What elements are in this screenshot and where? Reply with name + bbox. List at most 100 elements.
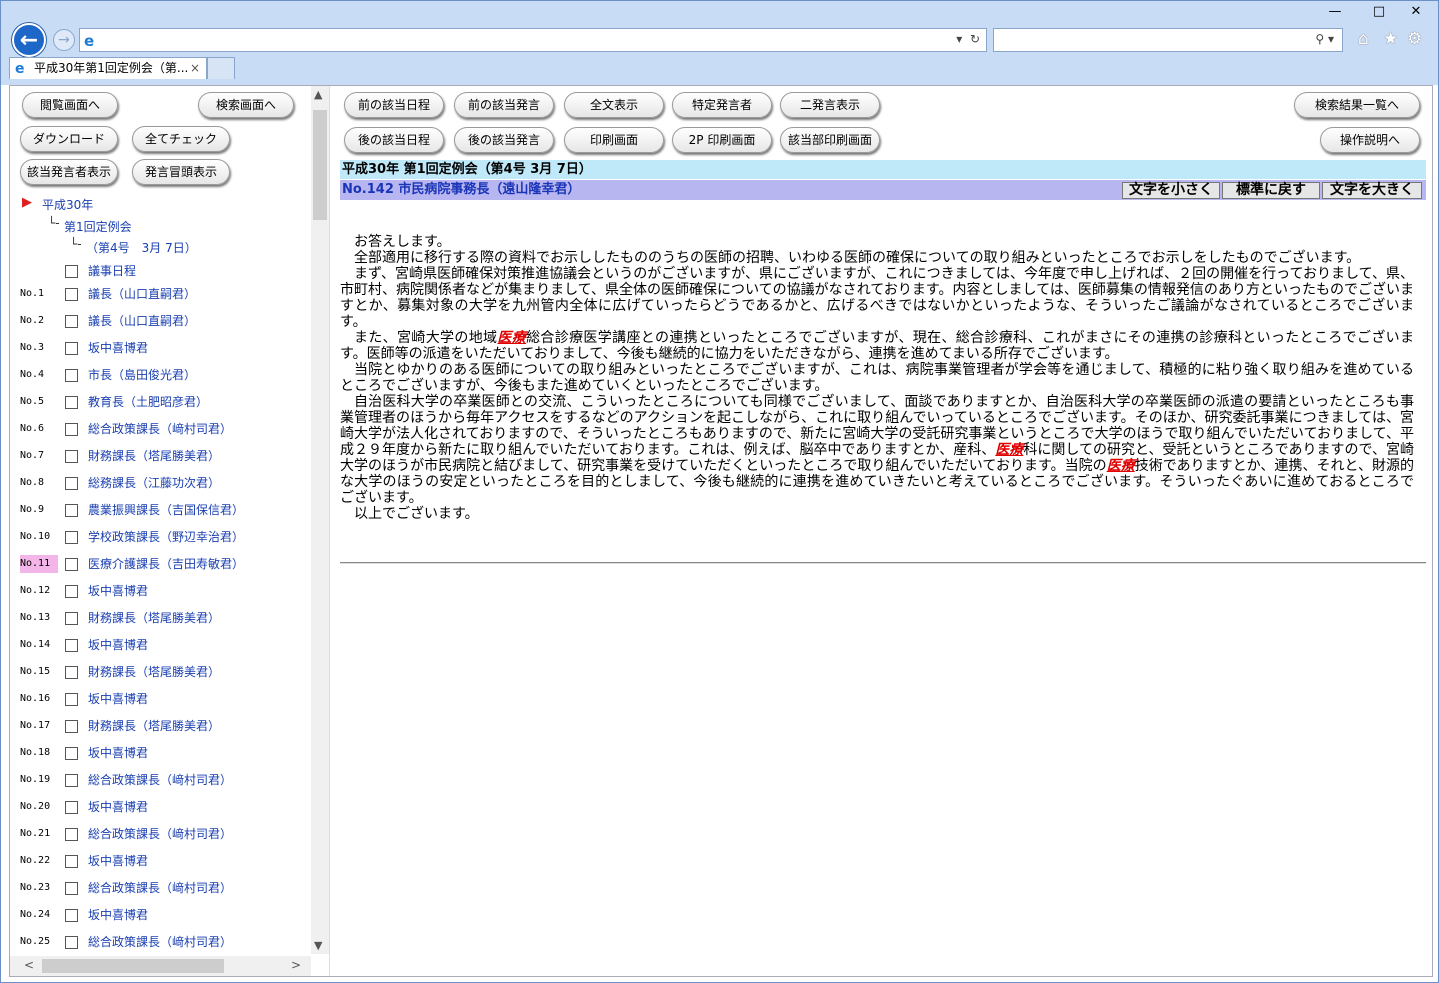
two-speeches-button[interactable]: 二発言表示 (780, 92, 880, 118)
speaker-link[interactable]: 坂中喜博君 (88, 339, 148, 357)
print-button[interactable]: 印刷画面 (564, 127, 664, 153)
text-reset-button[interactable]: 標準に戻す (1222, 182, 1320, 199)
speaker-link[interactable]: 財務課長（塔尾勝美君） (88, 717, 220, 735)
speaker-link[interactable]: 議長（山口直嗣君） (88, 285, 196, 303)
speaker-link[interactable]: 財務課長（塔尾勝美君） (88, 663, 220, 681)
left-vertical-scrollbar[interactable]: ▲ ▼ (311, 86, 329, 954)
back-button[interactable]: ← (12, 23, 46, 57)
speaker-checkbox[interactable] (65, 477, 78, 490)
results-list-button[interactable]: 検索結果一覧へ (1294, 92, 1420, 118)
speaker-link[interactable]: 坂中喜博君 (88, 798, 148, 816)
speaker-checkbox[interactable] (65, 936, 78, 949)
prev-date-button[interactable]: 前の該当日程 (344, 92, 444, 118)
speaker-checkbox[interactable] (65, 315, 78, 328)
speaker-checkbox[interactable] (65, 828, 78, 841)
show-speakers-button[interactable]: 該当発言者表示 (20, 159, 118, 185)
speaker-link[interactable]: 財務課長（塔尾勝美君） (88, 609, 220, 627)
speaker-checkbox[interactable] (65, 909, 78, 922)
settings-gear-icon[interactable]: ⚙ (1407, 29, 1422, 49)
favorites-star-icon[interactable]: ★ (1383, 29, 1398, 49)
check-all-button[interactable]: 全てチェック (132, 126, 230, 152)
help-button[interactable]: 操作説明へ (1320, 127, 1420, 153)
refresh-icon[interactable]: ↻ (970, 32, 980, 46)
speaker-checkbox[interactable] (65, 558, 78, 571)
text-smaller-button[interactable]: 文字を小さく (1122, 182, 1220, 199)
next-speech-button[interactable]: 後の該当発言 (454, 127, 554, 153)
scroll-left-icon[interactable]: < (24, 958, 34, 972)
speaker-link[interactable]: 議長（山口直嗣君） (88, 312, 196, 330)
speaker-link[interactable]: 農業振興課長（吉国保信君） (88, 501, 244, 519)
speaker-checkbox[interactable] (65, 612, 78, 625)
address-bar[interactable]: e ▾ ↻ (79, 28, 987, 52)
agenda-link[interactable]: 議事日程 (88, 262, 136, 280)
speaker-checkbox[interactable] (65, 450, 78, 463)
speaker-link[interactable]: 総合政策課長（﨑村司君） (88, 933, 232, 951)
speaker-link[interactable]: 学校政策課長（野辺幸治君） (88, 528, 244, 546)
speaker-link[interactable]: 総務課長（江藤功次君） (88, 474, 220, 492)
new-tab-button[interactable] (207, 57, 235, 79)
dropdown-icon[interactable]: ▾ (956, 32, 962, 46)
speaker-link[interactable]: 総合政策課長（﨑村司君） (88, 879, 232, 897)
download-button[interactable]: ダウンロード (20, 126, 118, 152)
speaker-link[interactable]: 財務課長（塔尾勝美君） (88, 447, 220, 465)
tree-expand-icon[interactable]: ▶ (22, 195, 32, 210)
speaker-link[interactable]: 総合政策課長（﨑村司君） (88, 420, 232, 438)
speaker-link[interactable]: 坂中喜博君 (88, 852, 148, 870)
speaker-link[interactable]: 総合政策課長（﨑村司君） (88, 825, 232, 843)
agenda-checkbox[interactable] (65, 265, 78, 278)
specific-speaker-button[interactable]: 特定発言者 (672, 92, 772, 118)
speaker-checkbox[interactable] (65, 423, 78, 436)
scroll-thumb[interactable] (313, 110, 327, 220)
print-2p-button[interactable]: 2P 印刷画面 (672, 127, 772, 153)
view-screen-button[interactable]: 閲覧画面へ (22, 92, 118, 118)
speaker-link[interactable]: 市長（島田俊光君） (88, 366, 196, 384)
tree-session[interactable]: 第1回定例会 (64, 218, 132, 235)
close-window-button[interactable]: ✕ (1394, 1, 1438, 23)
search-icon[interactable]: ⚲ (1315, 32, 1324, 46)
show-opening-button[interactable]: 発言冒頭表示 (132, 159, 230, 185)
speaker-link[interactable]: 坂中喜博君 (88, 582, 148, 600)
speaker-checkbox[interactable] (65, 585, 78, 598)
prev-speech-button[interactable]: 前の該当発言 (454, 92, 554, 118)
minimize-button[interactable]: — (1320, 1, 1350, 23)
speaker-checkbox[interactable] (65, 882, 78, 895)
tree-issue[interactable]: （第4号 3月 7日） (86, 239, 197, 256)
search-screen-button[interactable]: 検索画面へ (198, 92, 294, 118)
speaker-checkbox[interactable] (65, 342, 78, 355)
speaker-link[interactable]: 坂中喜博君 (88, 690, 148, 708)
speaker-checkbox[interactable] (65, 693, 78, 706)
left-horizontal-scrollbar[interactable]: < > (10, 956, 311, 976)
speaker-checkbox[interactable] (65, 531, 78, 544)
full-text-button[interactable]: 全文表示 (564, 92, 664, 118)
speaker-checkbox[interactable] (65, 855, 78, 868)
speaker-link[interactable]: 坂中喜博君 (88, 906, 148, 924)
speaker-checkbox[interactable] (65, 747, 78, 760)
speaker-checkbox[interactable] (65, 801, 78, 814)
search-box[interactable]: ⚲ ▾ (993, 28, 1343, 52)
scroll-right-icon[interactable]: > (291, 958, 301, 972)
search-dropdown-icon[interactable]: ▾ (1328, 32, 1334, 46)
speaker-checkbox[interactable] (65, 639, 78, 652)
speaker-checkbox[interactable] (65, 774, 78, 787)
browser-tab[interactable]: e 平成30年第1回定例会（第... × (9, 57, 207, 79)
hscroll-thumb[interactable] (42, 959, 224, 973)
home-icon[interactable]: ⌂ (1358, 29, 1369, 49)
maximize-button[interactable]: □ (1364, 1, 1394, 23)
scroll-up-icon[interactable]: ▲ (314, 88, 322, 101)
tree-year[interactable]: 平成30年 (42, 196, 93, 213)
speaker-link[interactable]: 総合政策課長（﨑村司君） (88, 771, 232, 789)
next-date-button[interactable]: 後の該当日程 (344, 127, 444, 153)
speaker-link[interactable]: 医療介護課長（吉田寿敏君） (88, 555, 244, 573)
speaker-checkbox[interactable] (65, 666, 78, 679)
speaker-link[interactable]: 教育長（土肥昭彦君） (88, 393, 208, 411)
print-section-button[interactable]: 該当部印刷画面 (780, 127, 880, 153)
speaker-checkbox[interactable] (65, 720, 78, 733)
speaker-checkbox[interactable] (65, 369, 78, 382)
scroll-down-icon[interactable]: ▼ (314, 939, 322, 952)
speaker-checkbox[interactable] (65, 396, 78, 409)
tab-close-icon[interactable]: × (190, 58, 200, 78)
speaker-checkbox[interactable] (65, 504, 78, 517)
speaker-checkbox[interactable] (65, 288, 78, 301)
text-larger-button[interactable]: 文字を大きく (1322, 182, 1422, 199)
forward-button[interactable]: → (53, 29, 75, 51)
